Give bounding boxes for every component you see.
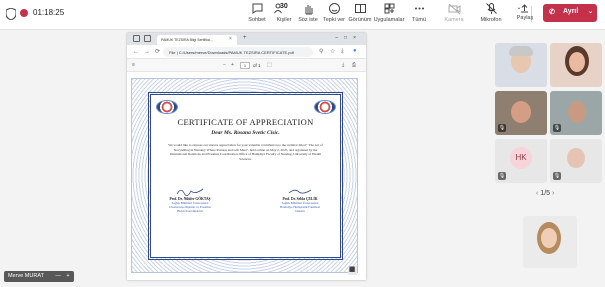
shared-screen-browser: PAMUK TEZSIRA Bilgi Sertifika... × + –□×… [127, 33, 366, 280]
browser-tab-strip: PAMUK TEZSIRA Bilgi Sertifika... × + –□× [127, 33, 366, 45]
close-tab-icon[interactable]: × [229, 36, 232, 42]
address-bar: ←→⟳ File | C:/Users/merve/Downloads/PAMU… [127, 45, 366, 59]
mic-muted-icon: 🎙 [498, 124, 506, 132]
camera-button[interactable]: Kamera [440, 2, 468, 28]
raise-hand-button[interactable]: Söz iste [296, 2, 320, 28]
url-text: C:/Users/merve/Downloads/PAMUK TEZSIRA C… [178, 50, 294, 55]
certificate-document: CERTIFICATE OF APPRECIATION Dear Ms. Ros… [131, 78, 358, 273]
react-icon [328, 3, 340, 14]
pdf-download-icon[interactable]: ⤓ [342, 62, 344, 68]
pdf-toolbar: ≡ − + 1 of 1 ⬚ ⤓ ⎙ [127, 59, 366, 72]
signature-image [288, 189, 312, 194]
participant-avatar: HK [510, 147, 532, 169]
microphone-button[interactable]: Mikrofon [476, 2, 506, 28]
pdf-menu-icon[interactable]: ≡ [132, 62, 135, 68]
mic-off-icon [485, 3, 497, 14]
navigation-buttons[interactable]: ←→⟳ [133, 48, 165, 55]
participant-video [509, 46, 533, 56]
leave-button[interactable]: ✆ Ayrıl ⌄ [543, 4, 597, 22]
certificate-recipient: Dear Ms. Rosana Svetic Cisic. [211, 130, 280, 136]
new-tab-icon[interactable]: + [243, 35, 247, 41]
camera-off-icon [448, 3, 460, 15]
page-number-input[interactable]: 1 [240, 62, 250, 69]
people-count: 30 [280, 3, 288, 10]
browser-tab[interactable]: PAMUK TEZSIRA Bilgi Sertifika... [157, 35, 237, 45]
tab-actions-icon[interactable] [144, 35, 151, 42]
star-icon[interactable]: ☆ [330, 48, 335, 55]
zoom-icon[interactable]: ⚲ [319, 48, 323, 55]
people-button[interactable]: 30 Kişiler [272, 2, 296, 28]
more-icon [414, 7, 424, 10]
window-controls[interactable]: –□× [335, 35, 362, 41]
certificate-inner-frame: CERTIFICATE OF APPRECIATION Dear Ms. Ros… [147, 91, 344, 261]
page-indicator: 1/5 [540, 190, 551, 197]
download-icon[interactable]: ⤓ [341, 48, 344, 55]
pdf-print-icon[interactable]: ⎙ [352, 62, 356, 68]
meeting-toolbar: 01:18:25 Sohbet 30 Kişiler Söz iste Tepk… [0, 0, 605, 30]
self-view-name-tag: Merve MURAT — + [4, 271, 74, 282]
participant-video [511, 101, 531, 123]
signatory-line: Dekanı [295, 209, 305, 213]
participant-tile[interactable]: 🎙 [495, 91, 547, 135]
mic-muted-icon: 🎙 [553, 124, 561, 132]
recording-indicator [20, 9, 28, 17]
share-icon [521, 4, 528, 13]
page-total: of 1 [253, 63, 261, 68]
share-button[interactable]: Paylaş [512, 15, 538, 29]
zoom-out-icon[interactable]: − [223, 62, 226, 68]
meeting-timer: 01:18:25 [33, 8, 65, 17]
fit-page-icon[interactable]: ⬚ [267, 62, 272, 68]
participant-video [569, 52, 585, 72]
university-logo [156, 100, 178, 114]
expand-icon[interactable]: + [66, 273, 69, 279]
participant-pager: ‹ 1/5 › [536, 190, 554, 197]
chat-icon [252, 3, 262, 14]
participant-tile[interactable]: 🎙 [550, 91, 602, 135]
browser-menu-icon[interactable] [133, 35, 140, 42]
signature-block-right: Prof. Dr. Selda ÇELİK Sağlık Bilimleri Ü… [265, 187, 335, 213]
more-button[interactable]: Tümü [407, 2, 431, 28]
participant-avatar [567, 148, 585, 168]
certificate-body: We would like to express our sincere app… [168, 143, 323, 161]
teams-meeting-window: 01:18:25 Sohbet 30 Kişiler Söz iste Tepk… [0, 0, 605, 287]
signature-block-left: Prof. Dr. Nilüfer GÖKTAŞ Sağlık Bilimler… [155, 187, 225, 213]
faculty-logo [314, 100, 336, 114]
zoom-in-icon[interactable]: + [231, 62, 234, 68]
minimize-icon[interactable]: — [55, 273, 61, 279]
file-label: File [169, 50, 176, 55]
view-button[interactable]: Görünüm [347, 2, 373, 28]
apps-icon [384, 3, 394, 14]
profile-icon[interactable]: ● [353, 48, 357, 54]
participant-tile[interactable]: HK 🎙 [495, 139, 547, 183]
pdf-app-icon[interactable]: ⬛ [348, 266, 357, 275]
mic-muted-icon: 🎙 [498, 172, 506, 180]
participant-video [568, 101, 586, 123]
next-page-icon[interactable]: › [552, 190, 554, 197]
chat-button[interactable]: Sohbet [244, 2, 270, 28]
participant-tile[interactable] [523, 216, 577, 268]
participant-tile[interactable] [550, 43, 602, 87]
apps-button[interactable]: Uygulamalar [372, 2, 406, 28]
participant-video [541, 228, 557, 248]
url-input[interactable]: File | C:/Users/merve/Downloads/PAMUK TE… [163, 47, 313, 57]
participant-tile[interactable] [495, 43, 547, 87]
shield-icon [6, 8, 16, 20]
signatory-line: Birim Koordinatörü [177, 209, 203, 213]
previous-page-icon[interactable]: ‹ [536, 190, 538, 197]
participant-tile[interactable]: 🎙 [550, 139, 602, 183]
view-icon [354, 4, 366, 13]
mic-muted-icon: 🎙 [553, 172, 561, 180]
raise-hand-icon [305, 5, 312, 15]
react-button[interactable]: Tepki ver [321, 2, 347, 28]
phone-hangup-icon: ✆ [549, 9, 555, 16]
certificate-title: CERTIFICATE OF APPRECIATION [177, 117, 314, 127]
chevron-down-icon[interactable]: ⌄ [588, 8, 593, 15]
signature-image [176, 188, 204, 196]
